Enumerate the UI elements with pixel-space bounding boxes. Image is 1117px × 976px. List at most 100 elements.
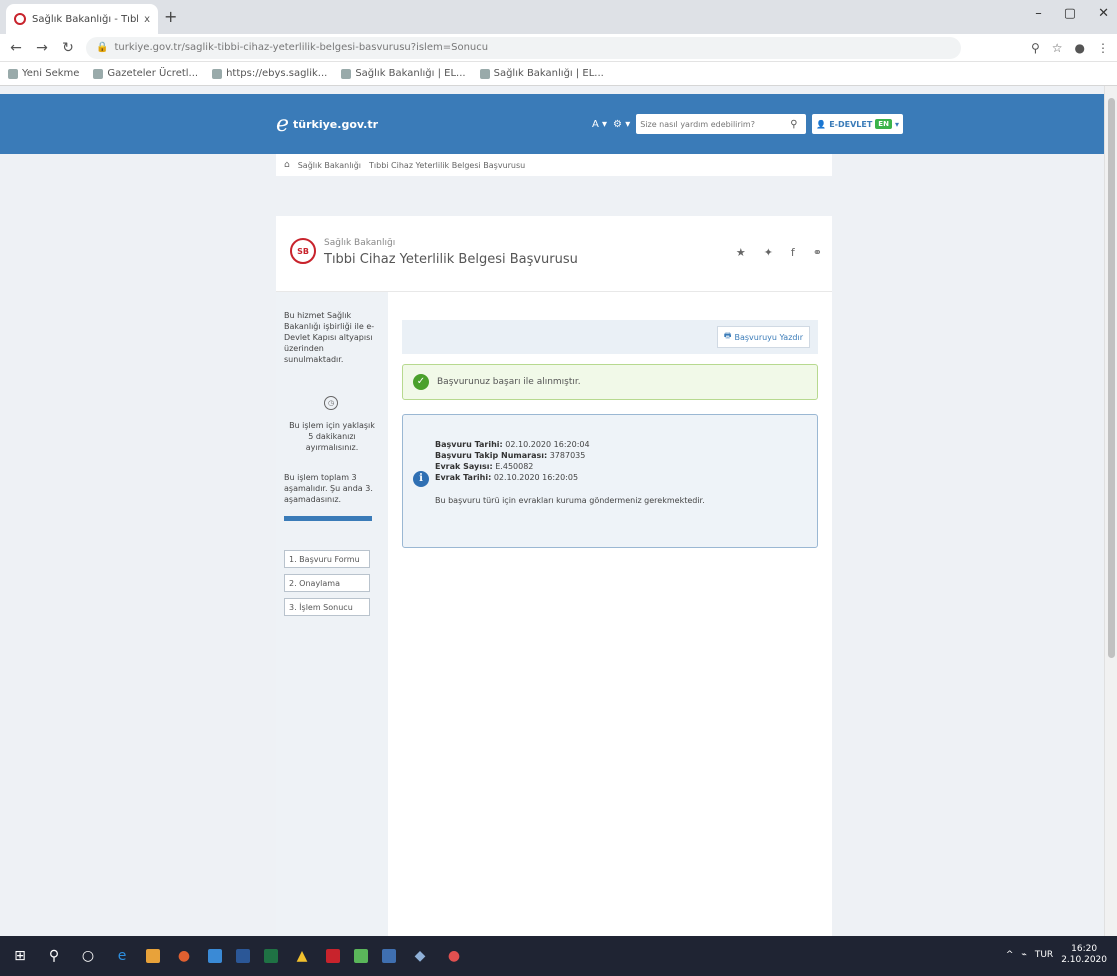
bookmark-item[interactable]: https://ebys.saglik...	[212, 68, 327, 79]
step-item[interactable]: 1. Başvuru Formu	[284, 550, 370, 568]
bookmark-item[interactable]: Yeni Sekme	[8, 68, 79, 79]
app-icon[interactable]: ◆	[410, 946, 430, 966]
bookmark-item[interactable]: Gazeteler Ücretl...	[93, 68, 198, 79]
browser-toolbar: ← → ↻ 🔒 turkiye.gov.tr/saglik-tibbi-ciha…	[0, 34, 1117, 62]
system-tray: ^ ⌁ TUR 16:20 2.10.2020	[1006, 944, 1107, 966]
breadcrumb-item: Tıbbi Cihaz Yeterlilik Belgesi Başvurusu	[369, 160, 526, 170]
browser-tab[interactable]: Sağlık Bakanlığı - Tıbbi Cihaz Ye... x	[6, 4, 158, 34]
word-icon[interactable]	[236, 949, 250, 963]
firefox-icon[interactable]: ●	[174, 946, 194, 966]
excel-icon[interactable]	[264, 949, 278, 963]
scrollbar-thumb[interactable]	[1108, 98, 1115, 658]
print-button[interactable]: 🖶 Başvuruyu Yazdır	[716, 326, 810, 348]
info-icon: i	[413, 471, 429, 487]
login-button[interactable]: 👤 E-DEVLET EN ▾	[812, 114, 903, 134]
accessibility-icon[interactable]: A ▾	[592, 119, 607, 130]
step-summary: Bu işlem toplam 3 aşamalıdır. Şu anda 3.…	[284, 473, 373, 504]
app-icon[interactable]	[208, 949, 222, 963]
window-controls: – ▢ ✕	[1035, 6, 1109, 21]
edge-icon[interactable]: e	[112, 946, 132, 966]
site-logo[interactable]: e türkiye.gov.tr	[276, 112, 378, 137]
search-icon[interactable]: ⚲	[44, 946, 64, 966]
user-icon: 👤	[816, 119, 827, 129]
bookmark-icon	[212, 68, 223, 79]
step-item[interactable]: 3. İşlem Sonucu	[284, 598, 370, 616]
document-date-row: Evrak Tarihi: 02.10.2020 16:20:05	[435, 473, 579, 482]
favorite-icon[interactable]: ★	[736, 246, 746, 259]
page-viewport: e türkiye.gov.tr A ▾ ⚙ ▾ ⚲ 👤 E-DEVLET EN…	[0, 86, 1104, 936]
info-note: Bu başvuru türü için evrakları kuruma gö…	[435, 496, 705, 505]
reload-icon[interactable]: ↻	[60, 40, 76, 56]
service-sidebar: Bu hizmet Sağlık Bakanlığı işbirliği ile…	[276, 292, 388, 936]
bookmark-icon	[479, 68, 490, 79]
lock-icon: 🔒	[96, 42, 109, 53]
breadcrumb: ⌂ Sağlık Bakanlığı Tıbbi Cihaz Yeterlili…	[276, 154, 832, 176]
share-icon[interactable]: ⚭	[813, 246, 822, 259]
toolbar-actions: ⚲ ☆ ● ⋮	[1031, 41, 1109, 55]
url-text: turkiye.gov.tr/saglik-tibbi-cihaz-yeterl…	[114, 42, 489, 53]
print-label: Başvuruyu Yazdır	[734, 332, 803, 342]
facebook-icon[interactable]: f	[791, 246, 795, 259]
twitter-icon[interactable]: ✦	[764, 246, 773, 259]
forward-icon[interactable]: →	[34, 40, 50, 56]
service-description: Bu hizmet Sağlık Bakanlığı işbirliği ile…	[284, 311, 375, 364]
bookmark-item[interactable]: Sağlık Bakanlığı | EL...	[341, 68, 466, 79]
favicon-icon	[14, 13, 26, 25]
profile-icon[interactable]: ●	[1075, 41, 1085, 55]
browser-tab-bar: Sağlık Bakanlığı - Tıbbi Cihaz Ye... x +…	[0, 0, 1117, 34]
app-icon[interactable]	[354, 949, 368, 963]
close-icon[interactable]: ✕	[1098, 6, 1109, 21]
logo-text: türkiye.gov.tr	[293, 118, 379, 131]
network-icon[interactable]: ⌁	[1021, 950, 1026, 960]
step-item[interactable]: 2. Onaylama	[284, 574, 370, 592]
service-card: SB Sağlık Bakanlığı Tıbbi Cihaz Yeterlil…	[276, 216, 832, 936]
app-icon[interactable]	[326, 949, 340, 963]
document-number-row: Evrak Sayısı: E.450082	[435, 462, 534, 471]
app-icon[interactable]: ●	[444, 946, 464, 966]
institution-name[interactable]: Sağlık Bakanlığı	[324, 238, 395, 248]
progress-fill	[284, 516, 372, 521]
check-icon: ✓	[413, 374, 429, 390]
language-badge: EN	[875, 119, 892, 129]
address-bar[interactable]: 🔒 turkiye.gov.tr/saglik-tibbi-cihaz-yete…	[86, 36, 961, 59]
bookmark-icon	[8, 68, 18, 79]
page-title: Tıbbi Cihaz Yeterlilik Belgesi Başvurusu	[324, 252, 578, 267]
bookmarks-bar: Yeni Sekme Gazeteler Ücretl... https://e…	[0, 62, 1117, 86]
time-estimate: Bu işlem için yaklaşık 5 dakikanızı ayır…	[289, 421, 375, 452]
menu-icon[interactable]: ⋮	[1097, 41, 1109, 55]
settings-icon[interactable]: ⚙ ▾	[613, 119, 630, 130]
page-scrollbar[interactable]	[1104, 86, 1117, 936]
star-icon[interactable]: ☆	[1052, 41, 1063, 55]
site-header: e türkiye.gov.tr A ▾ ⚙ ▾ ⚲ 👤 E-DEVLET EN…	[0, 94, 1104, 154]
tab-title: Sağlık Bakanlığı - Tıbbi Cihaz Ye...	[32, 13, 138, 25]
back-icon[interactable]: ←	[8, 40, 24, 56]
share-buttons: ★ ✦ f ⚭	[736, 246, 822, 259]
chevron-up-icon[interactable]: ^	[1006, 950, 1014, 960]
chevron-down-icon: ▾	[894, 119, 899, 129]
search-icon[interactable]: ⚲	[790, 119, 797, 130]
tracking-number-row: Başvuru Takip Numarası: 3787035	[435, 451, 586, 460]
chrome-icon[interactable]	[146, 949, 160, 963]
breadcrumb-item[interactable]: Sağlık Bakanlığı	[298, 161, 361, 170]
app-icon[interactable]	[382, 949, 396, 963]
bookmark-icon	[341, 68, 352, 79]
bookmark-icon	[93, 68, 104, 79]
folder-icon[interactable]: ▲	[292, 946, 312, 966]
bookmark-item[interactable]: Sağlık Bakanlığı | EL...	[479, 68, 604, 79]
maximize-icon[interactable]: ▢	[1064, 6, 1076, 21]
tab-close-icon[interactable]: x	[144, 14, 150, 25]
task-view-icon[interactable]: ○	[78, 946, 98, 966]
language-indicator[interactable]: TUR	[1035, 950, 1053, 960]
site-search: ⚲	[636, 114, 807, 134]
search-input[interactable]	[640, 119, 791, 129]
success-alert: ✓ Başvurunuz başarı ile alınmıştır.	[402, 364, 818, 400]
system-clock[interactable]: 16:20 2.10.2020	[1061, 944, 1107, 966]
new-tab-button[interactable]: +	[164, 7, 177, 26]
info-panel: i Başvuru Tarihi: 02.10.2020 16:20:04 Ba…	[402, 414, 818, 548]
minimize-icon[interactable]: –	[1035, 6, 1042, 21]
zoom-icon[interactable]: ⚲	[1031, 41, 1040, 55]
ministry-seal-icon: SB	[290, 238, 316, 264]
action-bar: 🖶 Başvuruyu Yazdır	[402, 320, 818, 354]
start-icon[interactable]: ⊞	[10, 946, 30, 966]
home-icon[interactable]: ⌂	[284, 160, 290, 170]
